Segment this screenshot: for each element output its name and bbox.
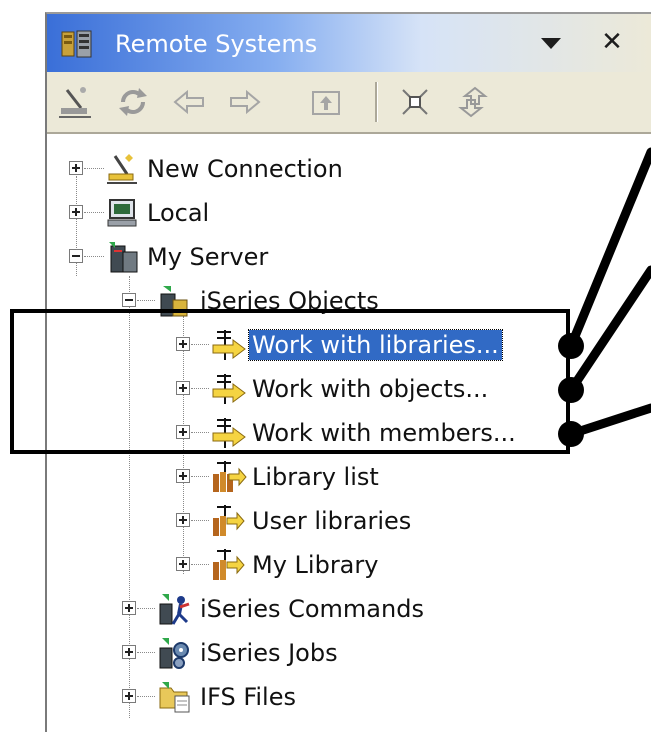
tree-item-new-connection[interactable]: New Connection (47, 150, 607, 190)
server-icon (109, 242, 138, 273)
ifs-files-icon (159, 682, 190, 713)
view-toolbar (47, 72, 651, 134)
tree-item-work-with-objects[interactable]: Work with objects... (47, 370, 607, 410)
expand-toggle[interactable] (176, 337, 190, 351)
tree-item-work-with-libraries[interactable]: Work with libraries... (47, 326, 607, 366)
expand-toggle[interactable] (122, 601, 136, 615)
tree-connector (84, 168, 104, 169)
tree-connector (191, 432, 209, 433)
back-arrow-icon[interactable] (171, 84, 207, 120)
tree-item-label: My Server (147, 243, 269, 271)
tree-item-label: Work with members... (252, 419, 516, 447)
tree-item-label: User libraries (252, 507, 412, 535)
iseries-objects-icon (160, 286, 188, 317)
remote-systems-icon (61, 30, 92, 58)
tree-connector (84, 256, 104, 257)
tree-item-iseries-jobs[interactable]: iSeries Jobs (47, 634, 607, 674)
tree-connector (137, 652, 155, 653)
tree-item-my-server[interactable]: My Server (47, 238, 607, 278)
library-icon (213, 549, 245, 580)
iseries-jobs-icon (159, 638, 189, 669)
iseries-commands-icon (159, 594, 190, 625)
tree-item-work-with-members[interactable]: Work with members... (47, 414, 607, 454)
tree-item-label: Library list (252, 463, 379, 491)
link-icon[interactable] (455, 84, 491, 120)
tree-item-local[interactable]: Local (47, 194, 607, 234)
tree-item-iseries-commands[interactable]: iSeries Commands (47, 590, 607, 630)
library-list-icon (213, 461, 247, 492)
refresh-icon[interactable] (115, 84, 151, 120)
tree-connector (191, 564, 209, 565)
expand-toggle[interactable] (176, 513, 190, 527)
tree-item-label: My Library (252, 551, 379, 579)
expand-toggle[interactable] (176, 425, 190, 439)
close-icon[interactable]: ✕ (599, 28, 625, 56)
tree-connector (137, 696, 155, 697)
remote-systems-tree: New Connection Local My Server iSeries O… (47, 134, 651, 732)
forward-arrow-icon[interactable] (227, 84, 263, 120)
filter-arrow-icon (212, 330, 246, 360)
expand-toggle[interactable] (122, 645, 136, 659)
new-connection-icon[interactable] (57, 84, 93, 120)
tree-item-label: iSeries Jobs (200, 639, 338, 667)
tree-item-library-list[interactable]: Library list (47, 458, 607, 498)
computer-icon (107, 199, 137, 227)
tree-connector (191, 388, 209, 389)
tree-connector (191, 520, 209, 521)
tree-connector (191, 344, 209, 345)
filter-arrow-icon (212, 374, 246, 404)
tree-item-label: iSeries Commands (200, 595, 424, 623)
tree-item-my-library[interactable]: My Library (47, 546, 607, 586)
tree-item-label: Work with libraries... (248, 329, 503, 361)
tree-item-label: Local (147, 199, 210, 227)
filter-arrow-icon (212, 418, 246, 448)
view-menu-dropdown-icon[interactable] (541, 38, 561, 49)
new-connection-icon (107, 154, 137, 184)
tree-item-label: iSeries Objects (200, 287, 379, 315)
expand-toggle[interactable] (176, 469, 190, 483)
expand-toggle[interactable] (69, 205, 83, 219)
expand-toggle[interactable] (176, 557, 190, 571)
expand-toggle[interactable] (122, 689, 136, 703)
collapse-all-icon[interactable] (397, 84, 433, 120)
user-libraries-icon (213, 505, 245, 536)
tree-item-user-libraries[interactable]: User libraries (47, 502, 607, 542)
tree-item-iseries-objects[interactable]: iSeries Objects (47, 282, 607, 322)
view-title: Remote Systems (115, 30, 318, 58)
expand-toggle[interactable] (69, 161, 83, 175)
tree-item-ifs-files[interactable]: IFS Files (47, 678, 607, 718)
tree-item-label: Work with objects... (252, 375, 489, 403)
tree-connector (84, 212, 104, 213)
up-folder-icon[interactable] (309, 84, 345, 120)
tree-connector (137, 608, 155, 609)
collapse-toggle[interactable] (69, 249, 83, 263)
tree-connector (191, 476, 209, 477)
collapse-toggle[interactable] (122, 293, 136, 307)
expand-toggle[interactable] (176, 381, 190, 395)
tree-connector (137, 300, 155, 301)
tree-item-label: IFS Files (200, 683, 296, 711)
toolbar-separator (375, 82, 378, 122)
view-title-bar[interactable]: Remote Systems ✕ (47, 14, 651, 72)
remote-systems-view: Remote Systems ✕ New Connection Local My… (45, 12, 651, 732)
tree-item-label: New Connection (147, 155, 343, 183)
